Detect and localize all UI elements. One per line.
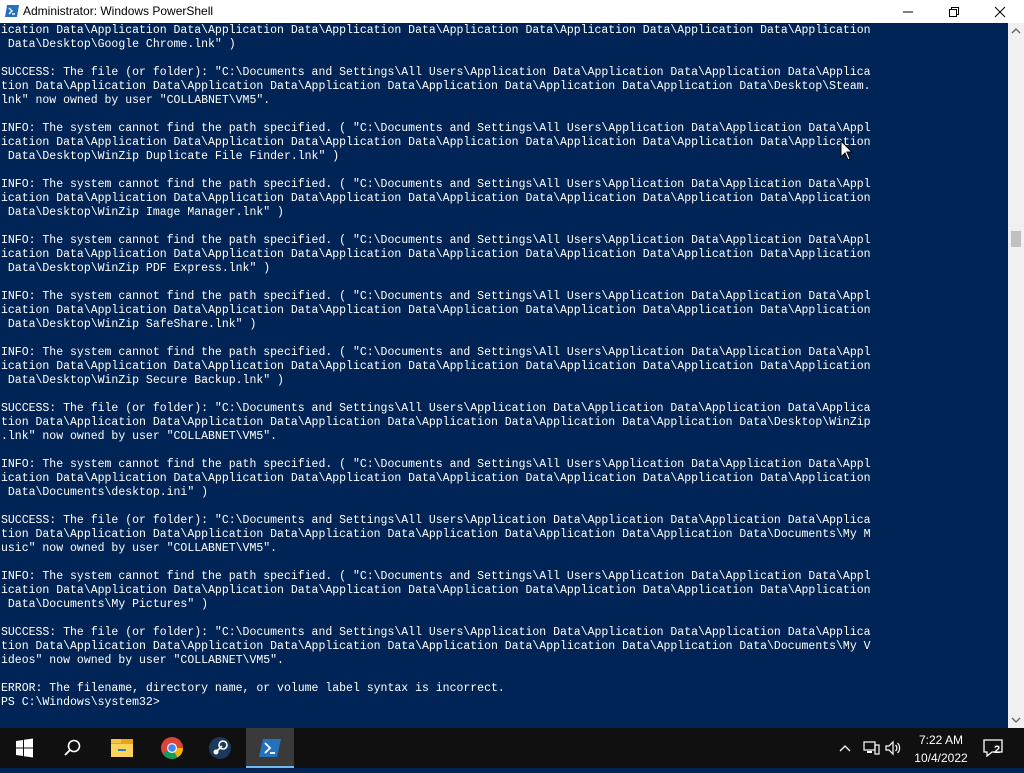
console-line: Data\Desktop\WinZip Secure Backup.lnk" ) [1,374,284,387]
console-line: SUCCESS: The file (or folder): "C:\Docum… [1,66,871,79]
vertical-scrollbar[interactable] [1008,23,1024,728]
console-line: Data\Documents\desktop.ini" ) [1,486,209,499]
taskbar-powershell[interactable] [246,728,294,768]
file-explorer-icon [111,739,133,757]
minimize-button[interactable] [885,0,931,23]
taskbar-clock[interactable]: 7:22 AM 10/4/2022 [906,730,976,766]
scrollbar-thumb[interactable] [1011,231,1021,247]
window-title: Administrator: Windows PowerShell [23,4,214,18]
taskbar-steam[interactable] [196,728,244,768]
console-line: ication Data\Application Data\Applicatio… [1,304,871,317]
minimize-icon [903,11,913,13]
scroll-up-arrow-icon[interactable] [1008,23,1024,40]
chrome-icon [161,737,183,759]
title-bar[interactable]: Administrator: Windows PowerShell [0,0,1024,23]
console-line: ideos" now owned by user "COLLABNET\VM5"… [1,654,284,667]
console-line: INFO: The system cannot find the path sp… [1,290,871,303]
console-line: lnk" now owned by user "COLLABNET\VM5". [1,94,271,107]
search-button[interactable] [48,728,96,768]
clock-time: 7:22 AM [918,733,964,747]
console-line: ication Data\Application Data\Applicatio… [1,584,871,597]
console-line: Data\Desktop\Google Chrome.lnk" ) [1,38,236,51]
console-line: INFO: The system cannot find the path sp… [1,122,871,135]
console-line: INFO: The system cannot find the path sp… [1,178,871,191]
console-line: ication Data\Application Data\Applicatio… [1,24,871,37]
network-icon[interactable] [862,740,880,756]
console-line: SUCCESS: The file (or folder): "C:\Docum… [1,514,871,527]
console-line: ication Data\Application Data\Applicatio… [1,360,871,373]
taskbar-chrome[interactable] [148,728,196,768]
console-output-area[interactable]: ication Data\Application Data\Applicatio… [0,23,1008,728]
scroll-down-arrow-icon[interactable] [1008,711,1024,728]
console-line: SUCCESS: The file (or folder): "C:\Docum… [1,626,871,639]
console-line: Data\Desktop\WinZip Duplicate File Finde… [1,150,340,163]
windows-start-icon [16,738,33,758]
console-line: tion Data\Application Data\Application D… [1,640,871,653]
console-line: .lnk" now owned by user "COLLABNET\VM5". [1,430,278,443]
close-button[interactable] [977,0,1023,23]
console-line: PS C:\Windows\system32> [1,696,160,709]
console-line: Data\Desktop\WinZip SafeShare.lnk" ) [1,318,257,331]
console-line: INFO: The system cannot find the path sp… [1,458,871,471]
console-line: tion Data\Application Data\Application D… [1,416,871,429]
console-line: Data\Desktop\WinZip Image Manager.lnk" ) [1,206,284,219]
taskbar-file-explorer[interactable] [98,728,146,768]
console-line: INFO: The system cannot find the path sp… [1,346,871,359]
console-line: ERROR: The filename, directory name, or … [1,682,505,695]
console-line: tion Data\Application Data\Application D… [1,80,871,93]
console-line: SUCCESS: The file (or folder): "C:\Docum… [1,402,871,415]
search-icon [64,739,81,756]
notification-count: 2 [994,744,1001,756]
console-line: usic" now owned by user "COLLABNET\VM5". [1,542,278,555]
steam-icon [209,737,231,759]
console-line: Data\Desktop\WinZip PDF Express.lnk" ) [1,262,271,275]
console-line: ication Data\Application Data\Applicatio… [1,136,871,149]
powershell-icon [259,739,281,757]
console-line: ication Data\Application Data\Applicatio… [1,192,871,205]
action-center-button[interactable]: 2 [980,734,1008,762]
console-line: Data\Documents\My Pictures" ) [1,598,209,611]
console-line: ication Data\Application Data\Applicatio… [1,472,871,485]
close-icon [994,6,1006,18]
restore-button[interactable] [931,0,977,23]
powershell-icon [5,5,19,17]
clock-date: 10/4/2022 [914,751,968,765]
console-line: ication Data\Application Data\Applicatio… [1,248,871,261]
console-output: ication Data\Application Data\Applicatio… [1,24,871,710]
console-line: tion Data\Application Data\Application D… [1,528,871,541]
restore-icon [949,7,959,17]
taskbar: 7:22 AM 10/4/2022 2 [0,728,1024,768]
show-hidden-icons-chevron-icon[interactable] [838,740,852,756]
start-button[interactable] [0,728,48,768]
mouse-cursor-icon [840,140,854,161]
console-line: INFO: The system cannot find the path sp… [1,570,871,583]
console-line: INFO: The system cannot find the path sp… [1,234,871,247]
volume-icon[interactable] [884,740,902,756]
